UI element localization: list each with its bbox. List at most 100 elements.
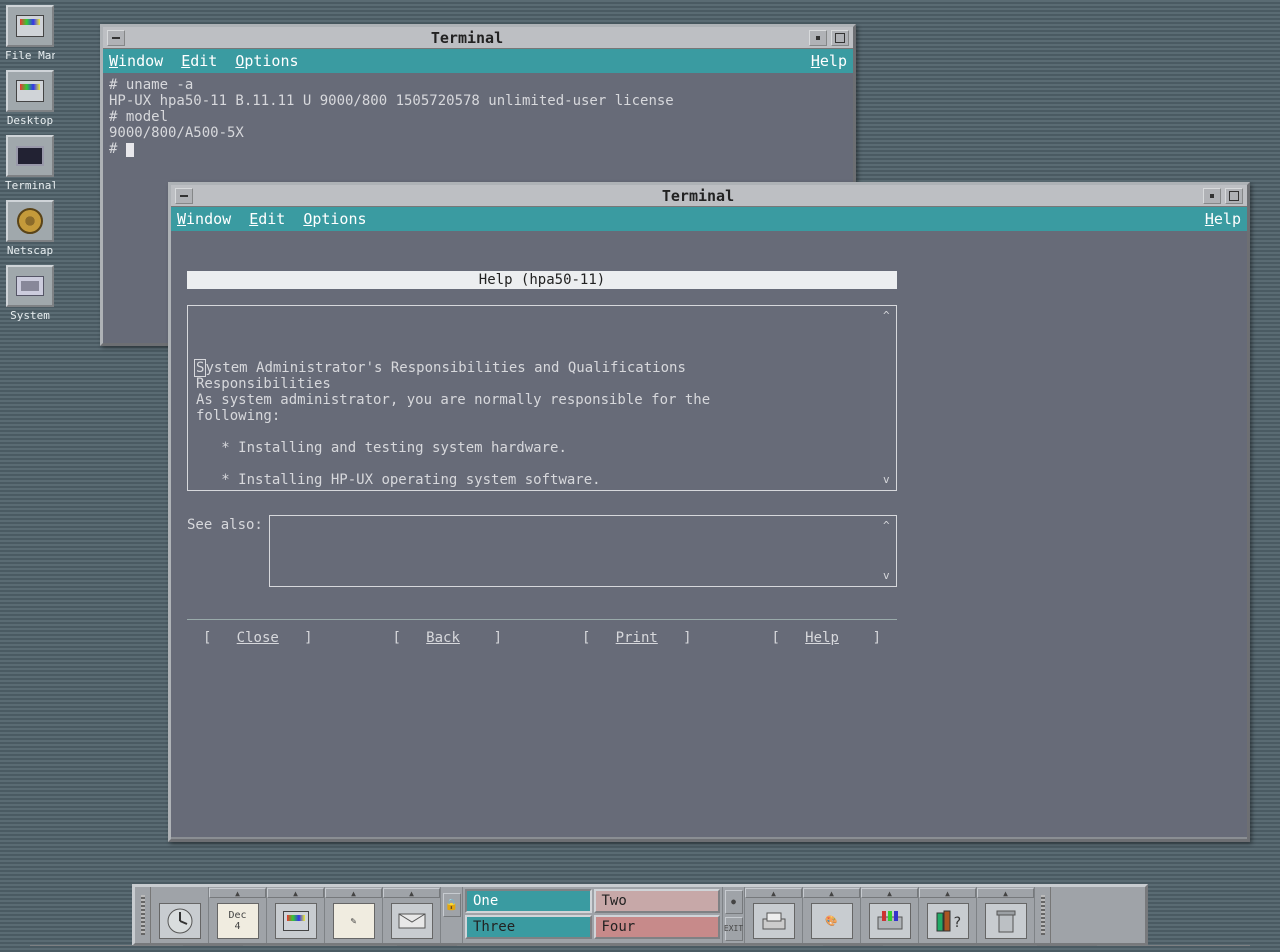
- menu-options[interactable]: Options: [235, 52, 298, 70]
- fp-clock[interactable]: [151, 887, 209, 943]
- front-panel: ▲ Dec 4 ▲ ▲ ✎ ▲ 🔒 One Two Three Four ● E…: [132, 884, 1148, 946]
- scroll-down-icon[interactable]: v: [883, 472, 893, 488]
- subpanel-arrow-icon[interactable]: ▲: [209, 888, 266, 898]
- toolbox-icon: [869, 903, 911, 939]
- menu-options[interactable]: Options: [303, 210, 366, 228]
- print-button[interactable]: [ Print ]: [566, 630, 708, 646]
- subpanel-arrow-icon[interactable]: ▲: [745, 888, 802, 898]
- workspace-one[interactable]: One: [465, 889, 592, 913]
- menu-window[interactable]: Window: [177, 210, 231, 228]
- subpanel-arrow-icon[interactable]: ▲: [803, 888, 860, 898]
- fp-help[interactable]: ▲ ?: [919, 887, 977, 943]
- fp-files[interactable]: ▲: [267, 887, 325, 943]
- fp-style[interactable]: ▲ 🎨: [803, 887, 861, 943]
- lock-button[interactable]: 🔒: [443, 893, 461, 917]
- desktop-icon-column: File Man Desktop Terminal Netscap System: [5, 5, 55, 322]
- close-button[interactable]: [ Close ]: [187, 630, 329, 646]
- svg-text:?: ?: [953, 915, 961, 931]
- style-manager-icon: 🎨: [811, 903, 853, 939]
- see-also-list[interactable]: ^ v: [269, 515, 897, 587]
- window-menu-button[interactable]: [175, 188, 193, 204]
- help-button-row: [ Close ] [ Back ] [ Print ] [ Help ]: [187, 619, 897, 652]
- exit-button[interactable]: EXIT: [725, 917, 743, 941]
- netscape-icon[interactable]: Netscap: [5, 200, 55, 257]
- minimize-button[interactable]: [1203, 188, 1221, 204]
- subpanel-arrow-icon[interactable]: ▲: [861, 888, 918, 898]
- menu-edit[interactable]: Edit: [249, 210, 285, 228]
- cursor-icon: [126, 143, 134, 157]
- help-title: Help (hpa50-11): [187, 271, 897, 289]
- calendar-icon: Dec 4: [217, 903, 259, 939]
- drawer-icon: [16, 80, 44, 102]
- workspace-two[interactable]: Two: [594, 889, 721, 913]
- workspace-three[interactable]: Three: [465, 915, 592, 939]
- scroll-up-icon[interactable]: ^: [883, 518, 893, 534]
- titlebar[interactable]: Terminal: [103, 27, 853, 49]
- help-intro: As system administrator, you are normall…: [196, 392, 710, 424]
- resize-grips: [0, 945, 1280, 952]
- fp-trash[interactable]: ▲: [977, 887, 1035, 943]
- fp-mail[interactable]: ▲: [383, 887, 441, 943]
- terminal-glyph-icon: [16, 146, 44, 166]
- icon-label: Netscap: [5, 244, 55, 257]
- window-title: Terminal: [195, 187, 1201, 205]
- see-also-label: See also:: [187, 515, 263, 587]
- terminal-content[interactable]: Help (hpa50-11) ^ v System Administrator…: [171, 231, 1247, 837]
- icon-label: File Man: [5, 49, 55, 62]
- titlebar[interactable]: Terminal: [171, 185, 1247, 207]
- fp-printer[interactable]: ▲: [745, 887, 803, 943]
- subpanel-arrow-icon[interactable]: ▲: [267, 888, 324, 898]
- printer-icon: [753, 903, 795, 939]
- terminal-icon[interactable]: Terminal: [5, 135, 55, 192]
- terminal-text: # uname -a HP-UX hpa50-11 B.11.11 U 9000…: [109, 77, 674, 157]
- lock-icon: 🔒: [445, 898, 459, 911]
- help-heading: System Administrator's Responsibilities …: [196, 360, 686, 376]
- terminal-window-front[interactable]: Terminal Window Edit Options Help Help (…: [168, 182, 1250, 842]
- file-manager-icon[interactable]: File Man: [5, 5, 55, 62]
- maximize-button[interactable]: [1225, 188, 1243, 204]
- fp-apps[interactable]: ▲: [861, 887, 919, 943]
- clock-icon: [159, 903, 201, 939]
- help-text-pane[interactable]: ^ v System Administrator's Responsibilit…: [187, 305, 897, 491]
- scroll-down-icon[interactable]: v: [883, 568, 893, 584]
- workspace-four[interactable]: Four: [594, 915, 721, 939]
- window-menu-button[interactable]: [107, 30, 125, 46]
- workspace-switcher: One Two Three Four: [463, 887, 723, 943]
- notepad-icon: ✎: [333, 903, 375, 939]
- icon-label: Terminal: [5, 179, 55, 192]
- system-icon[interactable]: System: [5, 265, 55, 322]
- menu-bar: Window Edit Options Help: [103, 49, 853, 73]
- panel-handle-right[interactable]: [1035, 887, 1051, 943]
- menu-bar: Window Edit Options Help: [171, 207, 1247, 231]
- help-subheading: Responsibilities: [196, 376, 331, 392]
- help-button[interactable]: [ Help ]: [756, 630, 898, 646]
- file-drawer-icon: [275, 903, 317, 939]
- scroll-up-icon[interactable]: ^: [883, 308, 893, 324]
- minimize-button[interactable]: [809, 30, 827, 46]
- icon-label: Desktop: [5, 114, 55, 127]
- fp-calendar[interactable]: ▲ Dec 4: [209, 887, 267, 943]
- trash-icon: [985, 903, 1027, 939]
- subpanel-arrow-icon[interactable]: ▲: [919, 888, 976, 898]
- menu-window[interactable]: Window: [109, 52, 163, 70]
- subpanel-arrow-icon[interactable]: ▲: [325, 888, 382, 898]
- subpanel-arrow-icon[interactable]: ▲: [383, 888, 440, 898]
- fp-notes[interactable]: ▲ ✎: [325, 887, 383, 943]
- menu-help[interactable]: Help: [811, 52, 847, 70]
- panel-handle-left[interactable]: [135, 887, 151, 943]
- help-books-icon: ?: [927, 903, 969, 939]
- drawer-icon: [16, 15, 44, 37]
- system-glyph-icon: [16, 276, 44, 296]
- menu-help[interactable]: Help: [1205, 210, 1241, 228]
- mail-icon: [391, 903, 433, 939]
- subpanel-arrow-icon[interactable]: ▲: [977, 888, 1034, 898]
- desktop-icon[interactable]: Desktop: [5, 70, 55, 127]
- back-button[interactable]: [ Back ]: [377, 630, 519, 646]
- help-bullet: * Installing HP-UX operating system soft…: [221, 472, 600, 488]
- busy-light-icon: ●: [725, 890, 743, 914]
- icon-label: System: [5, 309, 55, 322]
- menu-edit[interactable]: Edit: [181, 52, 217, 70]
- window-title: Terminal: [127, 29, 807, 47]
- ship-wheel-icon: [17, 208, 43, 234]
- maximize-button[interactable]: [831, 30, 849, 46]
